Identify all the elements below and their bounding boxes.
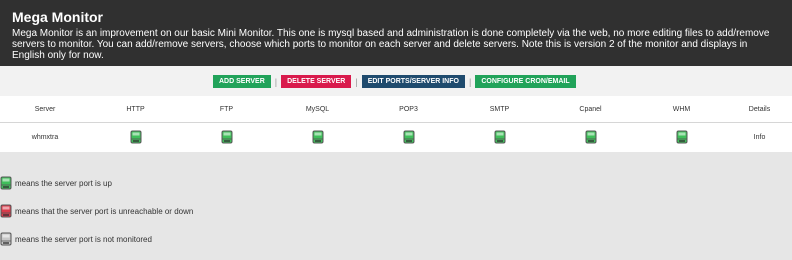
server-down-icon <box>0 204 12 218</box>
server-table: Server HTTP FTP MySQL POP3 SMTP Cpanel W… <box>0 96 792 151</box>
toolbar: ADD SERVER | DELETE SERVER | EDIT PORTS/… <box>0 66 792 96</box>
server-up-icon[interactable] <box>221 130 233 144</box>
column-header-ftp: FTP <box>181 96 272 123</box>
column-header-http: HTTP <box>90 96 181 123</box>
legend-item-up: means the server port is up <box>0 176 193 190</box>
toolbar-separator: | <box>274 76 278 87</box>
server-up-icon[interactable] <box>130 130 142 144</box>
toolbar-buttons: ADD SERVER | DELETE SERVER | EDIT PORTS/… <box>213 75 576 88</box>
legend-text-unmonitored: means the server port is not monitored <box>15 234 152 244</box>
server-name-cell: whmxtra <box>31 133 59 141</box>
mysql-status-cell <box>272 123 363 152</box>
legend: means the server port is up means that t… <box>0 176 193 260</box>
legend-item-down: means that the server port is unreachabl… <box>0 204 193 218</box>
table-header-row: Server HTTP FTP MySQL POP3 SMTP Cpanel W… <box>0 96 792 123</box>
server-up-icon[interactable] <box>585 130 597 144</box>
toolbar-separator: | <box>355 76 358 87</box>
add-server-button[interactable]: ADD SERVER <box>213 75 271 88</box>
page-description: Mega Monitor is an improvement on our ba… <box>12 28 770 61</box>
whm-status-cell <box>636 123 727 152</box>
ftp-status-cell <box>181 123 272 152</box>
table-row: whmxtra Info <box>0 123 792 152</box>
column-header-server: Server <box>0 96 90 123</box>
page-title: Mega Monitor <box>12 9 103 25</box>
legend-text-down: means that the server port is unreachabl… <box>15 206 194 216</box>
column-header-pop3: POP3 <box>363 96 454 123</box>
server-up-icon[interactable] <box>494 130 506 144</box>
legend-item-unmonitored: means the server port is not monitored <box>0 232 193 246</box>
server-up-icon[interactable] <box>403 130 415 144</box>
server-unmonitored-icon <box>0 232 12 246</box>
column-header-whm: WHM <box>636 96 727 123</box>
details-info-link[interactable]: Info <box>727 123 792 152</box>
edit-ports-button[interactable]: EDIT PORTS/SERVER INFO <box>361 75 465 88</box>
server-up-icon[interactable] <box>676 130 688 144</box>
delete-server-button[interactable]: DELETE SERVER <box>281 75 352 88</box>
column-header-cpanel: Cpanel <box>545 96 636 123</box>
server-table-container: Server HTTP FTP MySQL POP3 SMTP Cpanel W… <box>0 96 792 152</box>
column-header-details: Details <box>727 96 792 123</box>
page-header: Mega Monitor Mega Monitor is an improvem… <box>0 0 792 66</box>
column-header-mysql: MySQL <box>272 96 363 123</box>
toolbar-separator: | <box>468 76 472 87</box>
server-up-icon <box>0 176 12 190</box>
legend-text-up: means the server port is up <box>15 178 112 188</box>
http-status-cell <box>90 123 181 152</box>
smtp-status-cell <box>454 123 545 152</box>
server-up-icon[interactable] <box>312 130 324 144</box>
column-header-smtp: SMTP <box>454 96 545 123</box>
cpanel-status-cell <box>545 123 636 152</box>
pop3-status-cell <box>363 123 454 152</box>
configure-cron-button[interactable]: CONFIGURE CRON/EMAIL <box>475 75 576 88</box>
